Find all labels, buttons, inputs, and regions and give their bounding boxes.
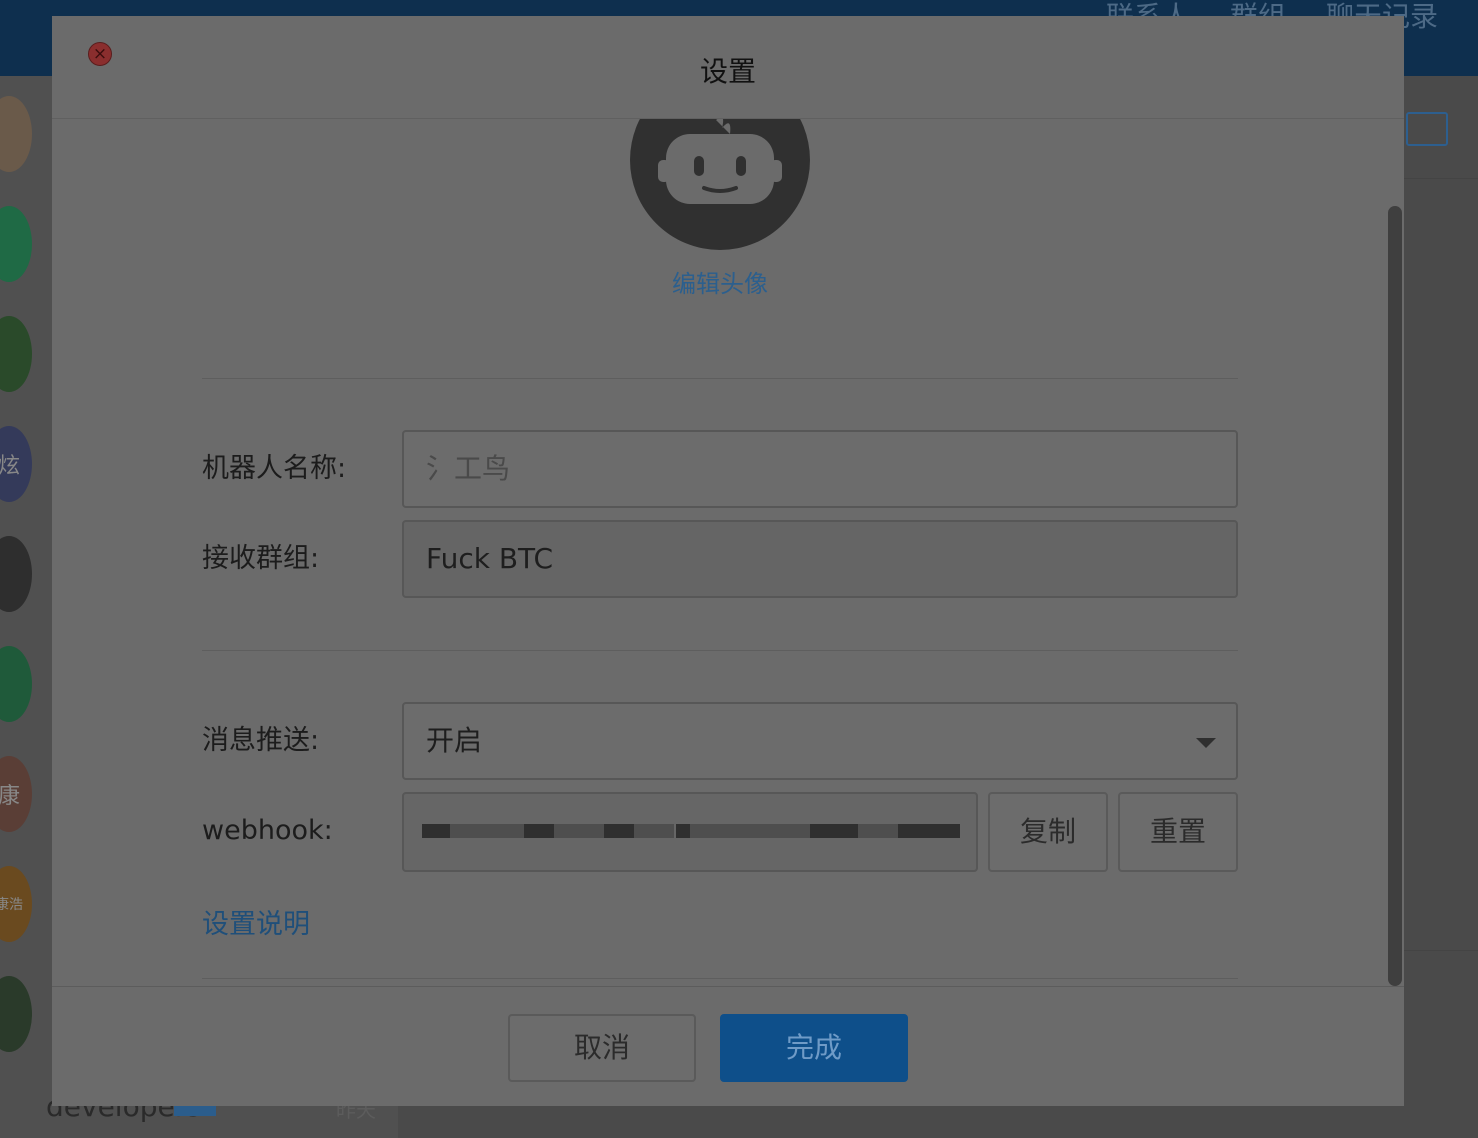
robot-name-label: 机器人名称: [202, 453, 347, 484]
dialog-title: 设置 [699, 55, 756, 88]
divider [1404, 178, 1478, 179]
redaction-mask [810, 824, 858, 838]
robot-name-input[interactable]: 氵工鸟 [402, 430, 1238, 508]
receive-group-value: Fuck BTC [426, 542, 554, 575]
avatar[interactable] [0, 646, 32, 722]
settings-help-link[interactable]: 设置说明 [202, 902, 310, 941]
divider [202, 978, 1238, 979]
avatar[interactable] [0, 316, 32, 392]
redaction-mask [690, 824, 810, 838]
dialog-header: × 设置 [52, 16, 1404, 119]
reset-button[interactable]: 重置 [1118, 792, 1238, 872]
image-icon[interactable] [1406, 112, 1448, 146]
avatar[interactable] [0, 976, 32, 1052]
avatar[interactable]: 炫 [0, 426, 32, 502]
redaction-mask [634, 824, 674, 838]
webhook-field[interactable] [402, 792, 978, 872]
avatar[interactable]: 康浩 [0, 866, 32, 942]
copy-button[interactable]: 复制 [988, 792, 1108, 872]
message-push-select[interactable]: 开启 [402, 702, 1238, 780]
avatar[interactable] [0, 206, 32, 282]
chevron-down-icon [1196, 738, 1216, 748]
footer-separator [52, 986, 1404, 987]
redaction-mask [524, 824, 554, 838]
edit-avatar-link[interactable]: 编辑头像 [52, 264, 1388, 299]
settings-dialog: × 设置 编辑头像 机器人名称: 氵工鸟 接收群组: Fuck BTC 消息推送… [52, 16, 1404, 1106]
divider [202, 650, 1238, 651]
divider [1404, 950, 1478, 951]
cancel-button[interactable]: 取消 [508, 1014, 696, 1082]
avatar[interactable]: 康 [0, 756, 32, 832]
avatar[interactable] [0, 96, 32, 172]
robot-name-placeholder: 氵工鸟 [426, 452, 511, 485]
redaction-mask [554, 824, 604, 838]
redaction-mask [604, 824, 634, 838]
message-push-label: 消息推送: [202, 725, 320, 756]
receive-group-field: Fuck BTC [402, 520, 1238, 598]
scrollbar[interactable] [1388, 206, 1402, 986]
receive-group-label: 接收群组: [202, 543, 320, 574]
message-push-value: 开启 [426, 724, 483, 757]
done-button[interactable]: 完成 [720, 1014, 908, 1082]
redaction-mask [676, 824, 690, 838]
divider [202, 378, 1238, 379]
redaction-mask [422, 824, 450, 838]
redaction-mask [858, 824, 898, 838]
webhook-label: webhook: [202, 815, 333, 846]
avatar[interactable] [0, 536, 32, 612]
redaction-mask [450, 824, 524, 838]
redaction-mask [898, 824, 960, 838]
